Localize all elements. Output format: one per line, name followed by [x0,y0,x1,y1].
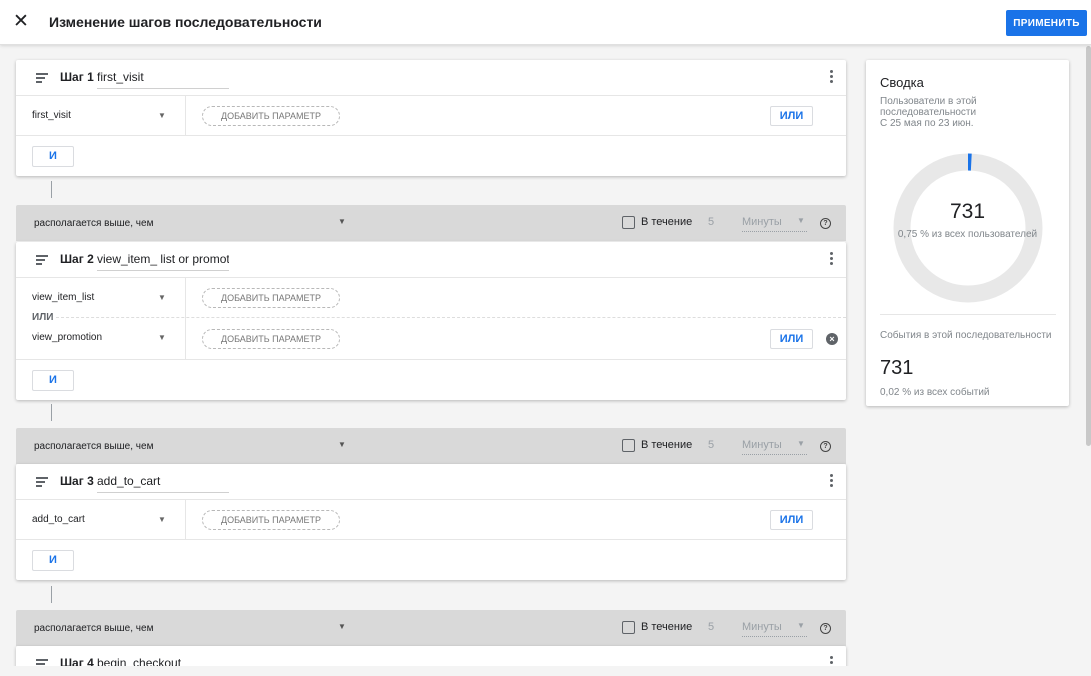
within-label: В течение [641,439,693,451]
chevron-down-icon[interactable]: ▼ [797,621,805,630]
chevron-down-icon[interactable]: ▼ [158,293,166,302]
and-button[interactable]: И [32,146,74,167]
date-range: С 25 мая по 23 июн. [880,118,974,129]
step-label: Шаг 3 [60,474,94,488]
users-label: Пользователи в этой последовательности С… [880,96,1056,129]
step-name-input[interactable]: view_item_ list or promoti [97,252,229,271]
within-value-input[interactable]: 5 [708,621,728,633]
chevron-down-icon[interactable]: ▼ [338,217,346,226]
drag-handle-icon[interactable] [36,73,48,83]
step-header: Шаг 1 first_visit [16,60,846,96]
drag-handle-icon[interactable] [36,659,48,666]
within-checkbox[interactable] [622,621,635,634]
within-label: В течение [641,216,693,228]
within-value-input[interactable]: 5 [708,216,728,228]
within-checkbox[interactable] [622,216,635,229]
or-divider [56,317,846,318]
close-icon[interactable]: ✕ [13,12,29,32]
users-percentage: 0,75 % из всех пользователей [897,229,1038,240]
summary-panel: Сводка Пользователи в этой последователь… [866,60,1069,406]
apply-button[interactable]: ПРИМЕНИТЬ [1006,10,1087,36]
chevron-down-icon[interactable]: ▼ [797,216,805,225]
within-label: В течение [641,621,693,633]
step-header: Шаг 2 view_item_ list or promoti [16,242,846,278]
and-row: И [16,136,846,176]
event-select[interactable]: add_to_cart [32,514,85,525]
chevron-down-icon[interactable]: ▼ [338,622,346,631]
summary-divider [880,314,1056,315]
more-vert-icon[interactable] [830,474,834,488]
step-card-1: Шаг 1 first_visit first_visit ▼ ДОБАВИТЬ… [16,60,846,176]
step-card-2: Шаг 2 view_item_ list or promoti view_it… [16,242,846,400]
step-card-4: Шаг 4 begin_checkout [16,646,846,666]
events-label: События в этой последовательности [880,330,1052,341]
or-button[interactable]: ИЛИ [770,329,813,349]
and-button[interactable]: И [32,550,74,571]
relation-select[interactable]: располагается выше, чем [34,441,153,452]
or-button[interactable]: ИЛИ [770,106,813,126]
donut-track [893,153,1043,303]
add-parameter-button[interactable]: ДОБАВИТЬ ПАРАМЕТР [202,329,340,349]
event-column: view_item_list ▼ ИЛИ view_promotion ▼ [16,278,186,359]
within-value-input[interactable]: 5 [708,439,728,451]
relation-bar-2: располагается выше, чем ▼ В течение 5 Ми… [16,428,846,464]
condition-row: add_to_cart ▼ ДОБАВИТЬ ПАРАМЕТР ИЛИ [16,500,846,540]
help-icon[interactable]: ? [820,441,831,452]
condition-row: view_item_list ▼ ИЛИ view_promotion ▼ ДО… [16,278,846,360]
step-label: Шаг 2 [60,252,94,266]
step-connector [51,586,52,603]
and-row: И [16,360,846,400]
chevron-down-icon[interactable]: ▼ [158,515,166,524]
drag-handle-icon[interactable] [36,255,48,265]
step-name-input[interactable]: add_to_cart [97,474,229,493]
relation-bar-3: располагается выше, чем ▼ В течение 5 Ми… [16,610,846,646]
condition-row: first_visit ▼ ДОБАВИТЬ ПАРАМЕТР ИЛИ [16,96,846,136]
relation-bar-1: располагается выше, чем ▼ В течение 5 Ми… [16,205,846,241]
users-label-text: Пользователи в этой последовательности [880,96,977,118]
step-label: Шаг 1 [60,70,94,84]
help-icon[interactable]: ? [820,623,831,634]
chevron-down-icon[interactable]: ▼ [338,440,346,449]
and-row: И [16,540,846,580]
event-column: add_to_cart ▼ [16,500,186,539]
relation-select[interactable]: располагается выше, чем [34,623,153,634]
event-column: first_visit ▼ [16,96,186,135]
top-bar: ✕ Изменение шагов последовательности ПРИ… [0,0,1091,45]
step-name-input[interactable]: first_visit [97,70,229,89]
summary-title: Сводка [880,75,924,90]
and-button[interactable]: И [32,370,74,391]
or-button[interactable]: ИЛИ [770,510,813,530]
users-count: 731 [949,200,986,223]
or-separator: ИЛИ [32,312,54,323]
more-vert-icon[interactable] [830,70,834,84]
events-percentage: 0,02 % из всех событий [880,387,990,398]
step-card-3: Шаг 3 add_to_cart add_to_cart ▼ ДОБАВИТЬ… [16,464,846,580]
drag-handle-icon[interactable] [36,477,48,487]
chevron-down-icon[interactable]: ▼ [158,111,166,120]
step-name-input[interactable]: begin_checkout [97,656,229,666]
event-select[interactable]: view_promotion [32,332,102,343]
within-checkbox[interactable] [622,439,635,452]
event-select[interactable]: first_visit [32,110,71,121]
help-icon[interactable]: ? [820,218,831,229]
chevron-down-icon[interactable]: ▼ [797,439,805,448]
events-count: 731 [880,357,914,379]
remove-condition-icon[interactable]: × [826,333,838,345]
users-donut-chart [893,153,1043,303]
add-parameter-button[interactable]: ДОБАВИТЬ ПАРАМЕТР [202,510,340,530]
step-connector [51,181,52,198]
event-select[interactable]: view_item_list [32,292,94,303]
relation-select[interactable]: располагается выше, чем [34,218,153,229]
scrollbar[interactable] [1086,46,1091,446]
add-parameter-button[interactable]: ДОБАВИТЬ ПАРАМЕТР [202,288,340,308]
more-vert-icon[interactable] [830,252,834,266]
more-vert-icon[interactable] [830,656,834,666]
step-label: Шаг 4 [60,656,94,666]
step-connector [51,404,52,421]
add-parameter-button[interactable]: ДОБАВИТЬ ПАРАМЕТР [202,106,340,126]
step-header: Шаг 3 add_to_cart [16,464,846,500]
chevron-down-icon[interactable]: ▼ [158,333,166,342]
step-header: Шаг 4 begin_checkout [16,646,846,666]
page-title: Изменение шагов последовательности [49,14,322,30]
